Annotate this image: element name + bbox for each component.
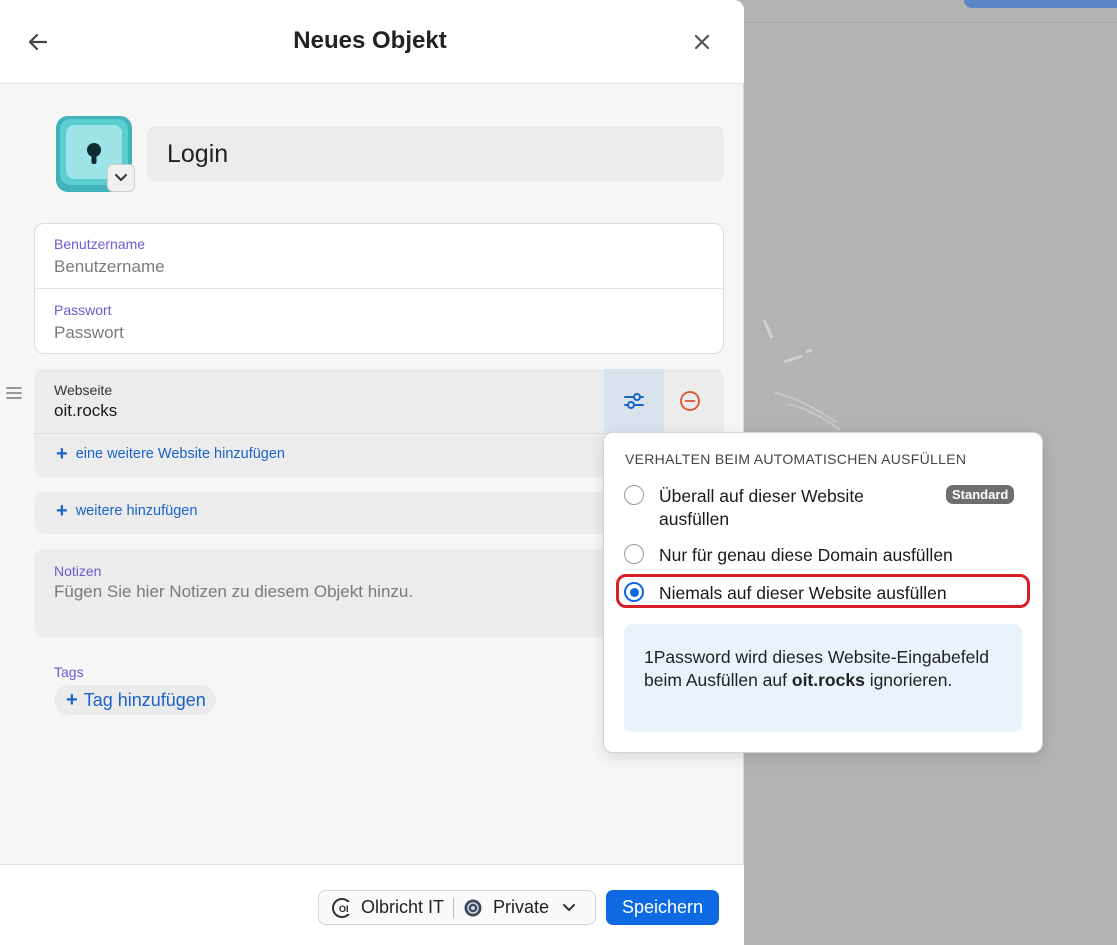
add-tag-label: Tag hinzufügen (83, 689, 206, 710)
password-input[interactable]: Passwort (54, 323, 704, 343)
username-input[interactable]: Benutzername (54, 257, 704, 277)
tags-label: Tags (54, 664, 84, 680)
item-title-input[interactable]: Login (147, 126, 724, 181)
option-never-fill[interactable]: Niemals auf dieser Website ausfüllen (624, 582, 947, 605)
account-logo-icon: OI (332, 897, 353, 918)
vault-selector[interactable]: OI Olbricht IT Private (318, 890, 596, 925)
popover-title: VERHALTEN BEIM AUTOMATISCHEN AUSFÜLLEN (625, 451, 967, 467)
option-label: Überall auf dieser Website ausfüllen (659, 486, 864, 529)
background-app-button (964, 0, 1117, 8)
default-badge: Standard (946, 485, 1015, 504)
autofill-settings-button[interactable] (604, 369, 664, 433)
plus-icon: + (56, 443, 68, 465)
vault-name: Private (493, 897, 550, 917)
password-label: Passwort (54, 302, 112, 318)
plus-icon: + (66, 689, 78, 711)
plus-icon: + (56, 500, 68, 522)
website-field[interactable]: Webseite oit.rocks (34, 369, 604, 433)
option-label: Niemals auf dieser Website ausfüllen (659, 583, 947, 603)
radio-button[interactable] (624, 544, 644, 564)
radio-button-selected[interactable] (624, 582, 644, 602)
chevron-down-icon (563, 903, 576, 911)
option-exact-domain[interactable]: Nur für genau diese Domain ausfüllen (624, 544, 953, 567)
add-website-label: eine weitere Website hinzufügen (75, 446, 285, 462)
icon-type-dropdown[interactable] (107, 164, 135, 192)
minus-circle-icon (680, 391, 700, 411)
option-label: Nur für genau diese Domain ausfüllen (659, 545, 953, 565)
add-website-link[interactable]: + eine weitere Website hinzufügen (56, 443, 285, 465)
info-message: 1Password wird dieses Website-Eingabefel… (624, 624, 1022, 732)
remove-website-button[interactable] (674, 385, 706, 417)
panel-header: Neues Objekt (0, 0, 744, 84)
svg-text:OI: OI (339, 904, 349, 914)
close-button[interactable] (688, 28, 716, 56)
page-title: Neues Objekt (293, 27, 447, 54)
radio-button[interactable] (624, 485, 644, 505)
option-fill-everywhere[interactable]: Überall auf dieser Website ausfüllen (624, 485, 899, 531)
info-domain: oit.rocks (791, 670, 865, 690)
add-more-link[interactable]: + weitere hinzufügen (56, 500, 198, 522)
credentials-section: Benutzername Benutzername Passwort Passw… (34, 223, 724, 354)
save-button[interactable]: Speichern (606, 890, 719, 925)
website-label: Webseite (54, 382, 113, 398)
divider (453, 897, 455, 918)
add-more-label: weitere hinzufügen (75, 503, 198, 519)
username-label: Benutzername (54, 236, 146, 252)
password-field[interactable]: Passwort Passwort (35, 290, 723, 355)
account-name: Olbricht IT (361, 897, 445, 917)
sliders-icon (624, 393, 644, 409)
autofill-behavior-popover: VERHALTEN BEIM AUTOMATISCHEN AUSFÜLLEN Ü… (603, 432, 1043, 753)
close-icon (695, 35, 709, 49)
username-field[interactable]: Benutzername Benutzername (35, 224, 723, 289)
chevron-down-icon (115, 174, 127, 181)
info-text-end: ignorieren. (864, 670, 953, 690)
background-divider (744, 22, 1117, 23)
website-input[interactable]: oit.rocks (54, 401, 584, 421)
drag-handle-icon[interactable] (6, 386, 22, 400)
vault-icon (464, 899, 482, 916)
add-tag-button[interactable]: + Tag hinzufügen (54, 685, 216, 715)
